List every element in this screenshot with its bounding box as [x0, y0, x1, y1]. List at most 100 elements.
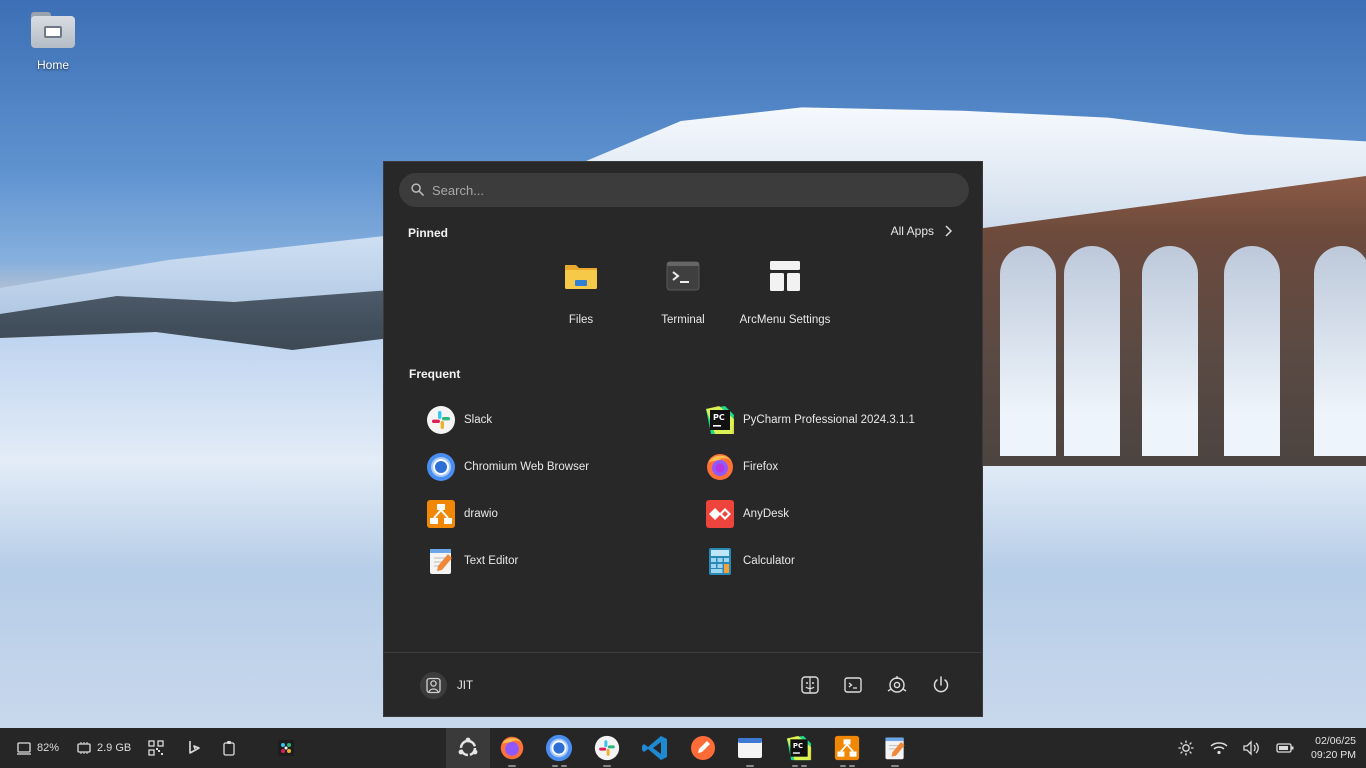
dock-pycharm[interactable]: PC: [777, 728, 821, 768]
clock-date: 02/06/25: [1315, 735, 1356, 747]
bing-button[interactable]: [188, 728, 202, 768]
frequent-title: Frequent: [409, 367, 461, 381]
chromium-icon: [426, 452, 456, 482]
frequent-firefox-label: Firefox: [743, 461, 779, 473]
pinned-arcmenu-settings-label: ArcMenu Settings: [739, 314, 831, 326]
desktop-home-icon[interactable]: Home: [22, 10, 84, 72]
terminal-icon: [844, 677, 862, 693]
settings-button[interactable]: [886, 674, 908, 696]
power-button[interactable]: [930, 674, 952, 696]
volume-icon: [1243, 740, 1259, 756]
desktop-home-label: Home: [36, 58, 69, 72]
folder-icon: [563, 258, 599, 294]
firefox-icon: [705, 452, 735, 482]
svg-text:PC: PC: [793, 742, 803, 750]
dock-drawio[interactable]: [825, 728, 869, 768]
chromium-icon: [545, 734, 573, 762]
postman-icon: [691, 736, 715, 760]
all-apps-label: All Apps: [890, 224, 934, 238]
brightness-button[interactable]: [1178, 728, 1194, 768]
vscode-icon: [642, 736, 667, 760]
frequent-slack-label: Slack: [464, 414, 493, 426]
pinned-terminal[interactable]: Terminal: [628, 258, 738, 326]
volume-button[interactable]: [1242, 728, 1260, 768]
frequent-pycharm-label: PyCharm Professional 2024.3.1.1: [743, 414, 915, 426]
taskbar: 82% 2.9 GB PC 02/06/25 09:20 PM: [0, 728, 1366, 768]
pinned-terminal-label: Terminal: [661, 314, 705, 326]
power-icon: [933, 676, 949, 693]
text-editor-icon: [885, 737, 905, 760]
avatar: [420, 672, 447, 699]
battery-button[interactable]: [1276, 728, 1294, 768]
anydesk-icon: [705, 499, 735, 529]
pinned-arcmenu-settings[interactable]: ArcMenu Settings: [730, 258, 840, 326]
qr-code-icon: [148, 740, 164, 756]
pinned-files-label: Files: [568, 314, 594, 326]
frequent-text-editor[interactable]: Text Editor: [426, 544, 518, 578]
user-account-button[interactable]: JIT: [420, 672, 473, 699]
slack-icon: [426, 405, 456, 435]
clipboard-icon: [223, 741, 235, 756]
user-name: JIT: [457, 679, 473, 692]
dock-app-menu[interactable]: [446, 728, 490, 768]
arcmenu-settings-icon: [767, 258, 803, 294]
slack-tray-button[interactable]: [277, 728, 295, 768]
frequent-text-editor-label: Text Editor: [464, 555, 519, 567]
pycharm-icon: PC: [705, 405, 735, 435]
ubuntu-icon: [458, 737, 478, 757]
dock-window[interactable]: [728, 728, 772, 768]
frequent-anydesk[interactable]: AnyDesk: [705, 497, 789, 531]
firefox-icon: [500, 736, 524, 760]
wifi-button[interactable]: [1210, 728, 1228, 768]
dock-text-editor[interactable]: [873, 728, 917, 768]
viaduct-arch: [1064, 246, 1120, 456]
frequent-drawio[interactable]: drawio: [426, 497, 498, 531]
bing-icon: [189, 741, 200, 754]
memory-usage: 2.9 GB: [97, 742, 132, 754]
frequent-drawio-label: drawio: [464, 508, 498, 520]
terminal-button[interactable]: [842, 674, 864, 696]
cpu-percent: 82%: [37, 742, 60, 754]
start-menu: Pinned All Apps Files Terminal: [383, 161, 983, 717]
all-apps-button[interactable]: All Apps: [891, 224, 952, 238]
drawio-icon: [834, 735, 860, 761]
frequent-slack[interactable]: Slack: [426, 403, 492, 437]
chevron-right-icon: [945, 225, 952, 237]
viaduct-arch: [1000, 246, 1056, 456]
frequent-calculator-label: Calculator: [743, 555, 795, 567]
gear-icon: [887, 676, 907, 693]
dock-slack[interactable]: [585, 728, 629, 768]
menu-divider: [384, 652, 982, 653]
dock-vscode[interactable]: [633, 728, 677, 768]
dock-chromium[interactable]: [537, 728, 581, 768]
finder-icon: [801, 676, 819, 694]
search-input[interactable]: [432, 173, 952, 207]
memory-icon: [77, 742, 91, 754]
cpu-indicator[interactable]: 82%: [16, 728, 59, 768]
pinned-title: Pinned: [408, 226, 449, 240]
frequent-firefox[interactable]: Firefox: [705, 450, 778, 484]
terminal-icon: [665, 258, 701, 294]
frequent-chromium[interactable]: Chromium Web Browser: [426, 450, 589, 484]
viaduct-arch: [1314, 246, 1366, 456]
dock-postman[interactable]: [681, 728, 725, 768]
search-bar[interactable]: [399, 173, 969, 207]
frequent-pycharm[interactable]: PC PyCharm Professional 2024.3.1.1: [705, 403, 915, 437]
brightness-icon: [1178, 740, 1194, 756]
memory-indicator[interactable]: 2.9 GB: [76, 728, 131, 768]
clock-time: 09:20 PM: [1311, 749, 1356, 761]
qr-code-button[interactable]: [148, 728, 164, 768]
slack-tray-icon: [278, 740, 294, 756]
slack-icon: [594, 735, 620, 761]
clipboard-button[interactable]: [222, 728, 236, 768]
drawio-icon: [426, 499, 456, 529]
window-icon: [738, 738, 762, 758]
clock[interactable]: 02/06/25 09:20 PM: [1311, 734, 1356, 762]
file-manager-button[interactable]: [799, 674, 821, 696]
dock-firefox[interactable]: [490, 728, 534, 768]
pinned-files[interactable]: Files: [526, 258, 636, 326]
frequent-anydesk-label: AnyDesk: [743, 508, 790, 520]
frequent-chromium-label: Chromium Web Browser: [464, 461, 590, 473]
frequent-calculator[interactable]: Calculator: [705, 544, 795, 578]
user-icon: [426, 677, 441, 694]
